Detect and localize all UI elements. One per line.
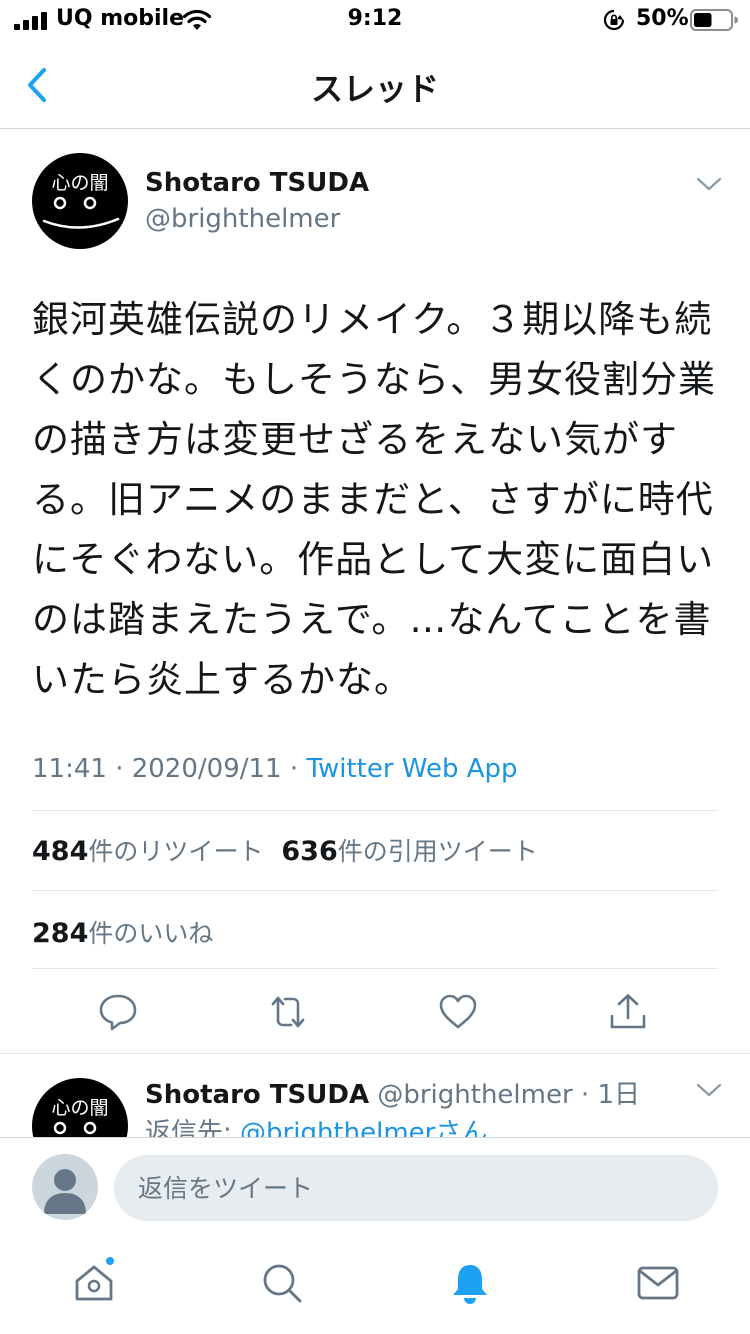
reply-input[interactable]: [114, 1155, 718, 1221]
reply-icon[interactable]: [98, 992, 138, 1032]
like-label: 件のいいね: [88, 919, 214, 948]
retweet-count: 484: [32, 836, 89, 867]
like-icon[interactable]: [438, 992, 478, 1032]
battery-percentage: 50%: [636, 6, 689, 31]
author-handle[interactable]: @brighthelmer: [145, 204, 340, 234]
reply-author-handle[interactable]: @brighthelmer: [377, 1080, 572, 1110]
status-bar: UQ mobile 9:12 50%: [0, 0, 750, 40]
tweet-timestamp: 11:41 · 2020/09/11 ·: [32, 754, 307, 784]
avatar-art: 心の闇: [42, 172, 120, 229]
engagement-stats: 484件のリツイート 636件の引用ツイート: [32, 832, 538, 868]
like-stat[interactable]: 284件のいいね: [32, 914, 213, 950]
notifications-icon[interactable]: [448, 1261, 492, 1305]
tweet-source-link[interactable]: Twitter Web App: [306, 754, 517, 784]
default-avatar-icon: [44, 1169, 86, 1214]
reply-header: Shotaro TSUDA @brighthelmer · 1日: [145, 1074, 640, 1111]
tweet-meta: 11:41 · 2020/09/11 · Twitter Web App: [32, 754, 518, 784]
divider: [0, 1053, 750, 1054]
tweet-text: 銀河英雄伝説のリメイク。３期以降も続くのかな。もしそうなら、男女役割分業の描き方…: [32, 298, 716, 701]
battery-icon: [690, 9, 738, 31]
divider: [32, 810, 718, 811]
quote-label: 件の引用ツイート: [337, 837, 538, 866]
avatar-art-text: 心の闇: [51, 1097, 108, 1119]
home-new-indicator: [104, 1255, 116, 1267]
share-icon[interactable]: [608, 992, 648, 1032]
chevron-down-icon[interactable]: [696, 176, 722, 192]
like-count: 284: [32, 918, 89, 949]
reply-age: · 1日: [572, 1080, 641, 1110]
messages-icon[interactable]: [636, 1261, 680, 1305]
home-icon[interactable]: [72, 1261, 116, 1305]
page-title: スレッド: [310, 70, 439, 108]
author-name[interactable]: Shotaro TSUDA: [145, 168, 369, 198]
navigation-header: スレッド: [0, 40, 750, 129]
retweet-stat[interactable]: 484件のリツイート: [32, 836, 264, 867]
chevron-down-icon[interactable]: [696, 1082, 722, 1098]
reply-composer: [0, 1137, 750, 1237]
author-avatar[interactable]: 心の闇: [32, 153, 128, 249]
search-icon[interactable]: [260, 1261, 304, 1305]
orientation-lock-icon: [603, 9, 625, 31]
avatar-art-text: 心の闇: [51, 172, 108, 194]
quote-count: 636: [281, 836, 338, 867]
retweet-label: 件のリツイート: [88, 837, 264, 866]
retweet-icon[interactable]: [268, 992, 308, 1032]
reply-author-name[interactable]: Shotaro TSUDA: [145, 1080, 369, 1110]
quote-stat[interactable]: 636件の引用ツイート: [281, 836, 538, 867]
divider: [32, 890, 718, 891]
user-avatar[interactable]: [32, 1154, 98, 1220]
divider: [32, 968, 718, 969]
tab-bar: [0, 1237, 750, 1334]
